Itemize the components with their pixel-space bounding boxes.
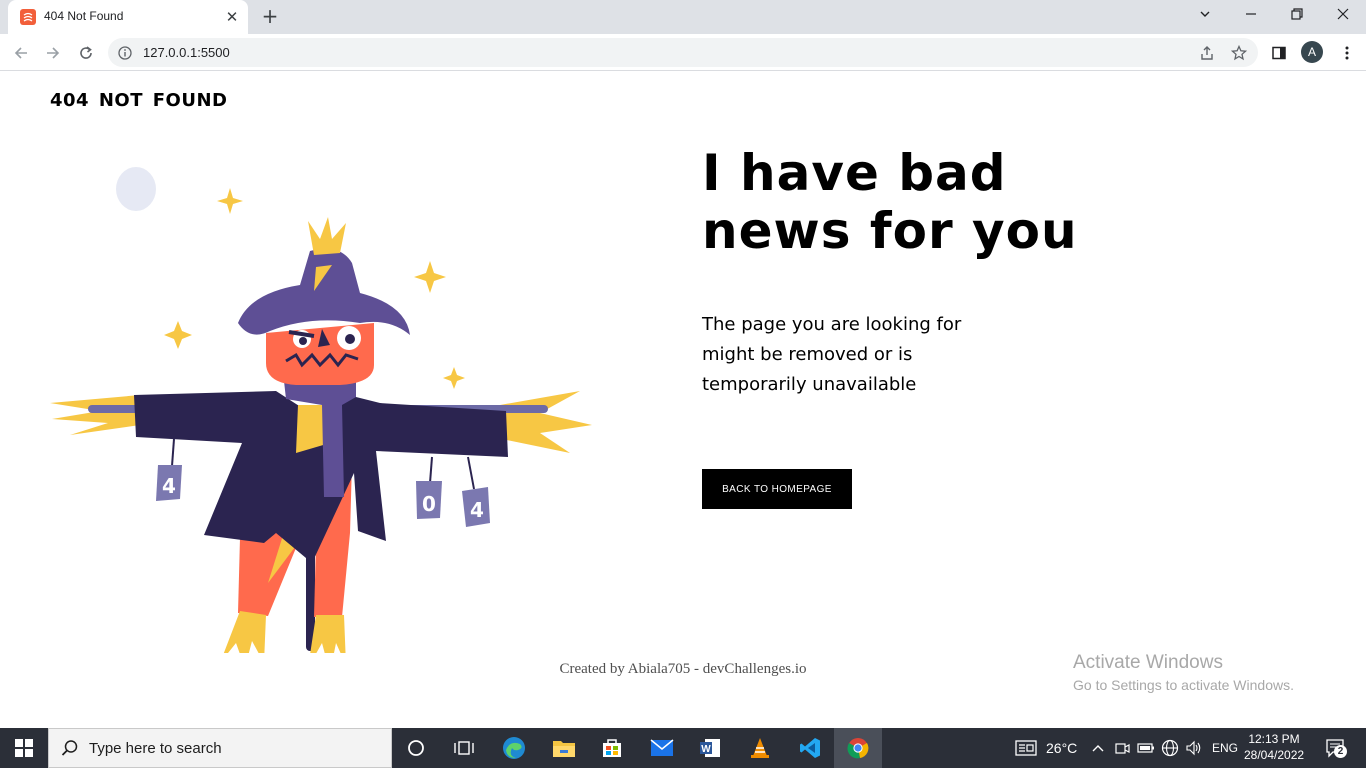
taskbar-search-box[interactable]: Type here to search xyxy=(48,728,392,768)
address-bar: 127.0.0.1:5500 A xyxy=(0,34,1366,71)
back-icon[interactable] xyxy=(8,40,34,66)
svg-text:W: W xyxy=(701,744,711,755)
notifications-icon[interactable]: 2 xyxy=(1322,738,1350,758)
can-digit-mid: 0 xyxy=(422,492,436,516)
watermark-title: Activate Windows xyxy=(1073,652,1223,673)
taskbar-search-placeholder: Type here to search xyxy=(89,740,222,757)
hat-straw xyxy=(308,217,346,255)
chrome-icon[interactable] xyxy=(834,728,882,768)
network-globe-icon[interactable] xyxy=(1160,738,1180,758)
profile-avatar[interactable]: A xyxy=(1301,41,1323,63)
close-window-icon[interactable] xyxy=(1320,4,1366,28)
page-content: 404 NOT FOUND 4 0 4 I have bad news for … xyxy=(0,71,1366,728)
tab-404[interactable]: 404 Not Found ✕ xyxy=(8,0,248,34)
activate-windows-watermark: Activate Windows Go to Settings to activ… xyxy=(1073,652,1294,695)
minimize-icon[interactable] xyxy=(1228,4,1274,28)
can-digit-left: 4 xyxy=(162,474,176,498)
input-language[interactable]: ENG xyxy=(1212,741,1238,755)
file-explorer-icon[interactable] xyxy=(540,728,588,768)
back-to-homepage-button[interactable]: BACK TO HOMEPAGE xyxy=(702,469,852,509)
windows-start-icon[interactable] xyxy=(0,728,48,768)
tab-search-dropdown-icon[interactable] xyxy=(1182,4,1228,28)
taskbar-clock[interactable]: 12:13 PM 28/04/2022 xyxy=(1244,731,1304,763)
site-info-icon[interactable] xyxy=(118,45,132,64)
straw-feet xyxy=(223,611,346,653)
tray-overflow-chevron-icon[interactable] xyxy=(1088,738,1108,758)
forward-icon[interactable] xyxy=(40,40,66,66)
page-message: The page you are looking for might be re… xyxy=(702,314,962,395)
tab-strip: 404 Not Found ✕ + xyxy=(0,0,1366,34)
clock-date: 28/04/2022 xyxy=(1244,748,1305,762)
weather-widget-icon[interactable] xyxy=(1014,738,1038,758)
page-headline: I have bad news for you xyxy=(702,144,1078,260)
task-view-icon[interactable] xyxy=(440,728,488,768)
notification-count-badge: 2 xyxy=(1334,745,1347,758)
clock-time: 12:13 PM xyxy=(1248,732,1300,746)
restore-icon[interactable] xyxy=(1274,4,1320,28)
url-text: 127.0.0.1:5500 xyxy=(143,45,230,60)
moon-shape xyxy=(116,167,156,211)
search-icon xyxy=(61,739,79,761)
mail-icon[interactable] xyxy=(638,728,686,768)
watermark-subtitle: Go to Settings to activate Windows. xyxy=(1073,677,1294,693)
chrome-menu-icon[interactable] xyxy=(1334,40,1360,66)
cortana-icon[interactable] xyxy=(392,728,440,768)
bookmark-star-icon[interactable] xyxy=(1230,44,1248,62)
windows-taskbar: Type here to search W 26°C ENG 12:13 PM … xyxy=(0,728,1366,768)
battery-icon[interactable] xyxy=(1136,738,1156,758)
edge-icon[interactable] xyxy=(490,728,538,768)
share-icon[interactable] xyxy=(1198,44,1216,62)
brand-logo-text: 404 NOT FOUND xyxy=(50,90,228,111)
volume-icon[interactable] xyxy=(1184,738,1204,758)
scarecrow-hat xyxy=(238,248,410,335)
meet-now-icon[interactable] xyxy=(1112,738,1132,758)
new-tab-button[interactable]: + xyxy=(258,5,282,29)
vscode-icon[interactable] xyxy=(786,728,834,768)
microsoft-store-icon[interactable] xyxy=(588,728,636,768)
weather-temperature[interactable]: 26°C xyxy=(1046,740,1077,756)
tab-title: 404 Not Found xyxy=(44,9,124,23)
reload-icon[interactable] xyxy=(73,40,99,66)
tab-close-icon[interactable]: ✕ xyxy=(222,7,242,27)
side-panel-icon[interactable] xyxy=(1266,40,1292,66)
word-icon[interactable]: W xyxy=(686,728,734,768)
site-favicon-icon xyxy=(20,9,36,25)
can-digit-right: 4 xyxy=(470,498,484,522)
vlc-icon[interactable] xyxy=(736,728,784,768)
scarecrow-illustration: 4 0 4 xyxy=(50,167,592,653)
omnibox[interactable]: 127.0.0.1:5500 xyxy=(108,38,1258,67)
